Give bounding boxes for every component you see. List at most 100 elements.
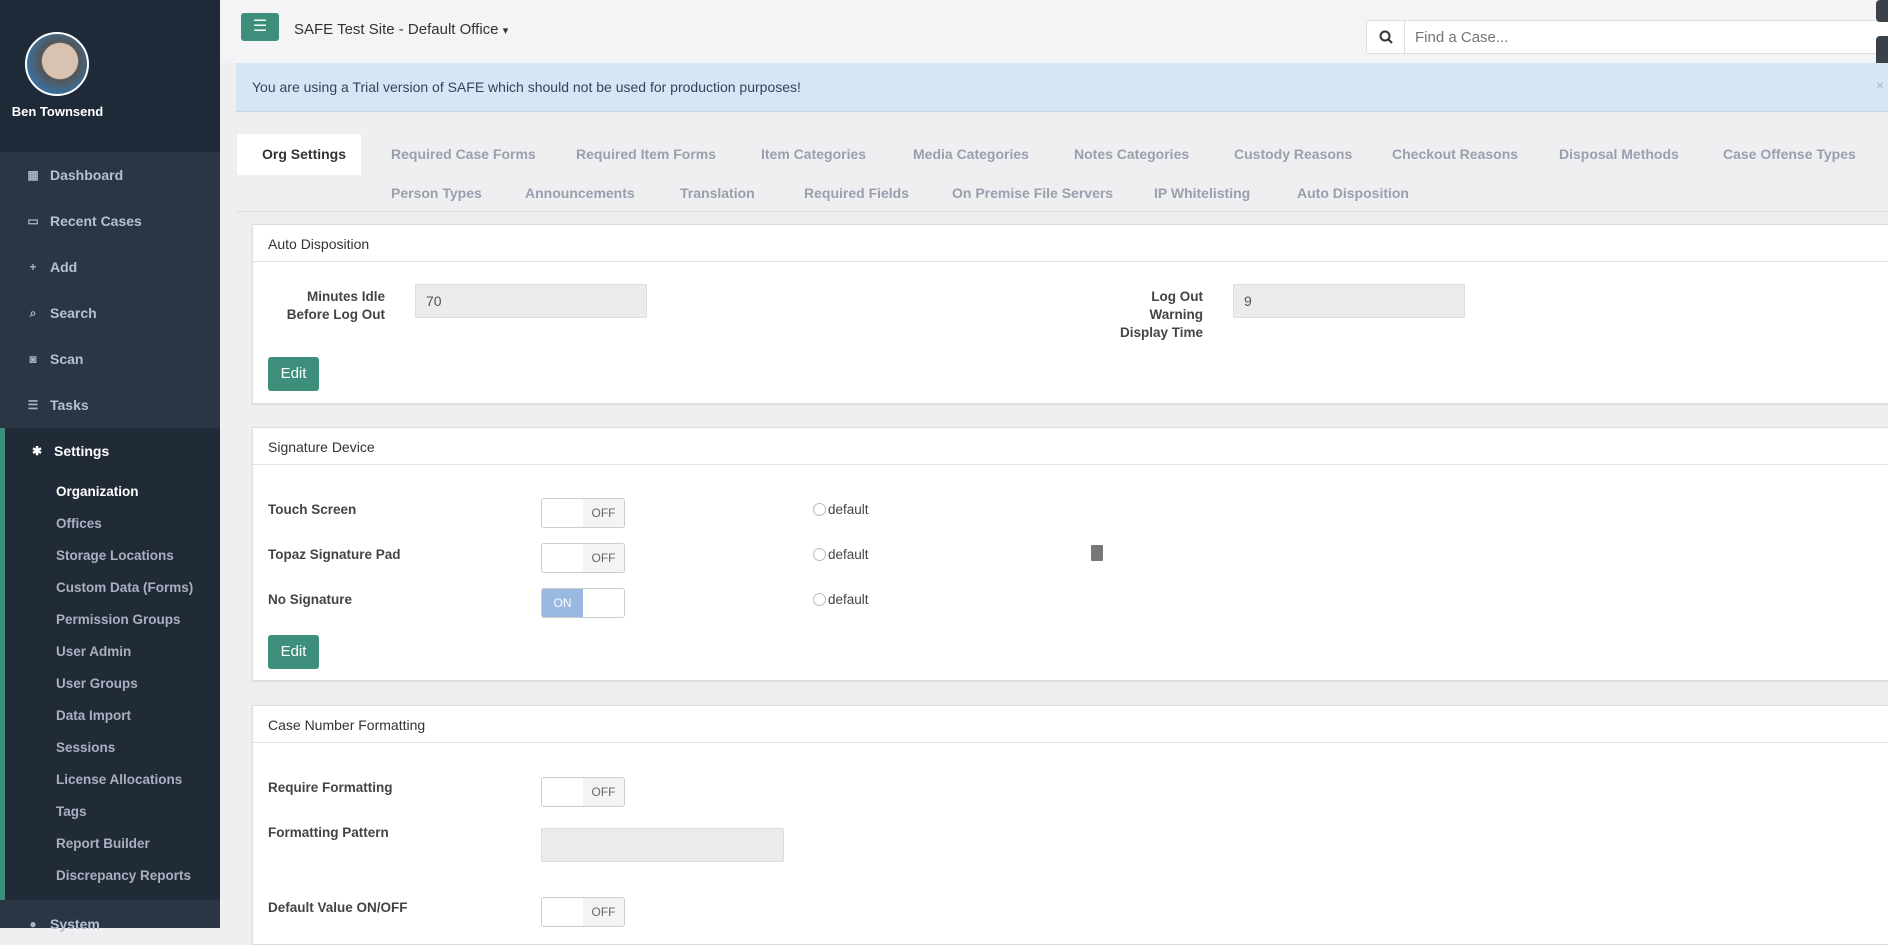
tab-checkout-reasons[interactable]: Checkout Reasons xyxy=(1392,146,1518,162)
search-icon[interactable] xyxy=(1367,21,1405,53)
sub-sessions[interactable]: Sessions xyxy=(56,740,115,755)
sub-user-admin[interactable]: User Admin xyxy=(56,644,131,659)
card-title: Case Number Formatting xyxy=(253,706,1888,743)
nav-settings[interactable]: ✱ Settings xyxy=(30,443,109,459)
auto-disposition-card: Auto Disposition Minutes Idle Before Log … xyxy=(252,224,1888,404)
nav-dashboard[interactable]: ▦ Dashboard xyxy=(26,167,123,183)
case-number-formatting-card: Case Number Formatting Require Formattin… xyxy=(252,705,1888,945)
search-input[interactable] xyxy=(1405,21,1888,53)
sub-storage-locations[interactable]: Storage Locations xyxy=(56,548,174,563)
nav-label: Tasks xyxy=(50,397,89,413)
nav-tasks[interactable]: ☰ Tasks xyxy=(26,397,89,413)
nav-label: System xyxy=(50,916,100,932)
caret-down-icon: ▾ xyxy=(502,25,509,37)
sub-tags[interactable]: Tags xyxy=(56,804,87,819)
idle-label: Minutes Idle Before Log Out xyxy=(286,289,385,322)
tab-case-offense-types[interactable]: Case Offense Types xyxy=(1723,146,1856,162)
close-icon[interactable]: × xyxy=(1876,77,1884,93)
nav-label: Settings xyxy=(54,443,110,459)
camera-icon: ◙ xyxy=(29,352,37,366)
tab-divider xyxy=(236,211,1888,212)
tab-on-premise-file-servers[interactable]: On Premise File Servers xyxy=(952,185,1113,201)
plugin-icon xyxy=(1091,545,1103,561)
tab-media-categories[interactable]: Media Categories xyxy=(913,146,1029,162)
tab-translation[interactable]: Translation xyxy=(680,185,755,201)
sidebar: Ben Townsend ▦ Dashboard ▭ Recent Cases + A… xyxy=(0,0,220,932)
formatting-pattern-input[interactable] xyxy=(541,828,784,862)
radio-label: default xyxy=(828,592,869,607)
no-signature-label: No Signature xyxy=(268,592,353,607)
sub-report-builder[interactable]: Report Builder xyxy=(56,836,150,851)
tab-announcements[interactable]: Announcements xyxy=(525,185,635,201)
sub-user-groups[interactable]: User Groups xyxy=(56,676,138,691)
sub-license-allocations[interactable]: License Allocations xyxy=(56,772,182,787)
laptop-icon: ▭ xyxy=(27,214,39,228)
tab-required-item-forms[interactable]: Required Item Forms xyxy=(576,146,716,162)
radio-label: default xyxy=(828,547,869,562)
toggle-state: ON xyxy=(542,589,583,617)
nav-label: Scan xyxy=(50,351,84,367)
warning-label: Log Out Warning Display Time xyxy=(1119,289,1203,340)
nav-scan[interactable]: ◙ Scan xyxy=(26,351,83,367)
topaz-default-radio[interactable]: default xyxy=(813,547,869,562)
toggle-state: OFF xyxy=(583,778,624,806)
tab-auto-disposition[interactable]: Auto Disposition xyxy=(1297,185,1409,201)
require-formatting-label: Require Formatting xyxy=(268,780,393,795)
sub-discrepancy-reports[interactable]: Discrepancy Reports xyxy=(56,868,191,883)
tab-required-fields[interactable]: Required Fields xyxy=(804,185,909,201)
tab-custody-reasons[interactable]: Custody Reasons xyxy=(1234,146,1352,162)
formatting-pattern-label: Formatting Pattern xyxy=(268,825,389,840)
edit-button[interactable]: Edit xyxy=(268,357,319,391)
collapse-panel-tab[interactable] xyxy=(1876,36,1888,66)
sub-organization[interactable]: Organization xyxy=(56,484,139,499)
warning-time-input[interactable]: 9 xyxy=(1233,284,1465,318)
search-icon: ⌕ xyxy=(29,305,37,320)
plus-icon: + xyxy=(29,260,37,274)
radio-label: default xyxy=(828,502,869,517)
default-value-toggle[interactable]: OFF xyxy=(541,897,625,927)
toggle-state: OFF xyxy=(583,544,624,572)
nav-add[interactable]: + Add xyxy=(26,259,77,275)
no-signature-toggle[interactable]: ON xyxy=(541,588,625,618)
minutes-idle-input[interactable]: 70 xyxy=(415,284,647,318)
nav-label: Search xyxy=(50,305,97,321)
side-panel-tab[interactable] xyxy=(1876,0,1888,22)
sub-custom-data[interactable]: Custom Data (Forms) xyxy=(56,580,193,595)
touch-screen-toggle[interactable]: OFF xyxy=(541,498,625,528)
require-formatting-toggle[interactable]: OFF xyxy=(541,777,625,807)
gear-icon: ✱ xyxy=(31,444,43,458)
tab-org-settings[interactable]: Org Settings xyxy=(262,146,346,162)
avatar[interactable] xyxy=(25,32,89,96)
tab-item-categories[interactable]: Item Categories xyxy=(761,146,866,162)
case-search xyxy=(1366,20,1888,54)
tab-person-types[interactable]: Person Types xyxy=(391,185,482,201)
touch-screen-label: Touch Screen xyxy=(268,502,357,517)
site-name: SAFE Test Site - Default Office xyxy=(294,21,499,38)
site-selector[interactable]: SAFE Test Site - Default Office ▾ xyxy=(294,21,508,38)
alert-text: You are using a Trial version of SAFE wh… xyxy=(252,79,801,95)
nav-label: Dashboard xyxy=(50,167,124,183)
profile-panel: Ben Townsend xyxy=(0,0,220,152)
tab-notes-categories[interactable]: Notes Categories xyxy=(1074,146,1189,162)
nav-system[interactable]: ● System xyxy=(26,916,100,932)
edit-button[interactable]: Edit xyxy=(268,635,319,669)
tasks-icon: ☰ xyxy=(27,398,39,412)
sub-offices[interactable]: Offices xyxy=(56,516,102,531)
tab-disposal-methods[interactable]: Disposal Methods xyxy=(1559,146,1679,162)
topaz-toggle[interactable]: OFF xyxy=(541,543,625,573)
nav-recent-cases[interactable]: ▭ Recent Cases xyxy=(26,213,142,229)
user-name: Ben Townsend xyxy=(11,104,104,119)
tab-required-case-forms[interactable]: Required Case Forms xyxy=(391,146,536,162)
no-signature-default-radio[interactable]: default xyxy=(813,592,869,607)
card-title: Signature Device xyxy=(253,428,1888,465)
sub-permission-groups[interactable]: Permission Groups xyxy=(56,612,181,627)
menu-toggle-button[interactable]: ☰ xyxy=(241,13,279,41)
nav-search[interactable]: ⌕ Search xyxy=(26,305,97,321)
toggle-state: OFF xyxy=(583,499,624,527)
default-value-label: Default Value ON/OFF xyxy=(268,900,408,915)
touch-screen-default-radio[interactable]: default xyxy=(813,502,869,517)
sub-data-import[interactable]: Data Import xyxy=(56,708,131,723)
nav-label: Add xyxy=(50,259,78,275)
tab-ip-whitelisting[interactable]: IP Whitelisting xyxy=(1154,185,1250,201)
topaz-label: Topaz Signature Pad xyxy=(268,547,401,562)
